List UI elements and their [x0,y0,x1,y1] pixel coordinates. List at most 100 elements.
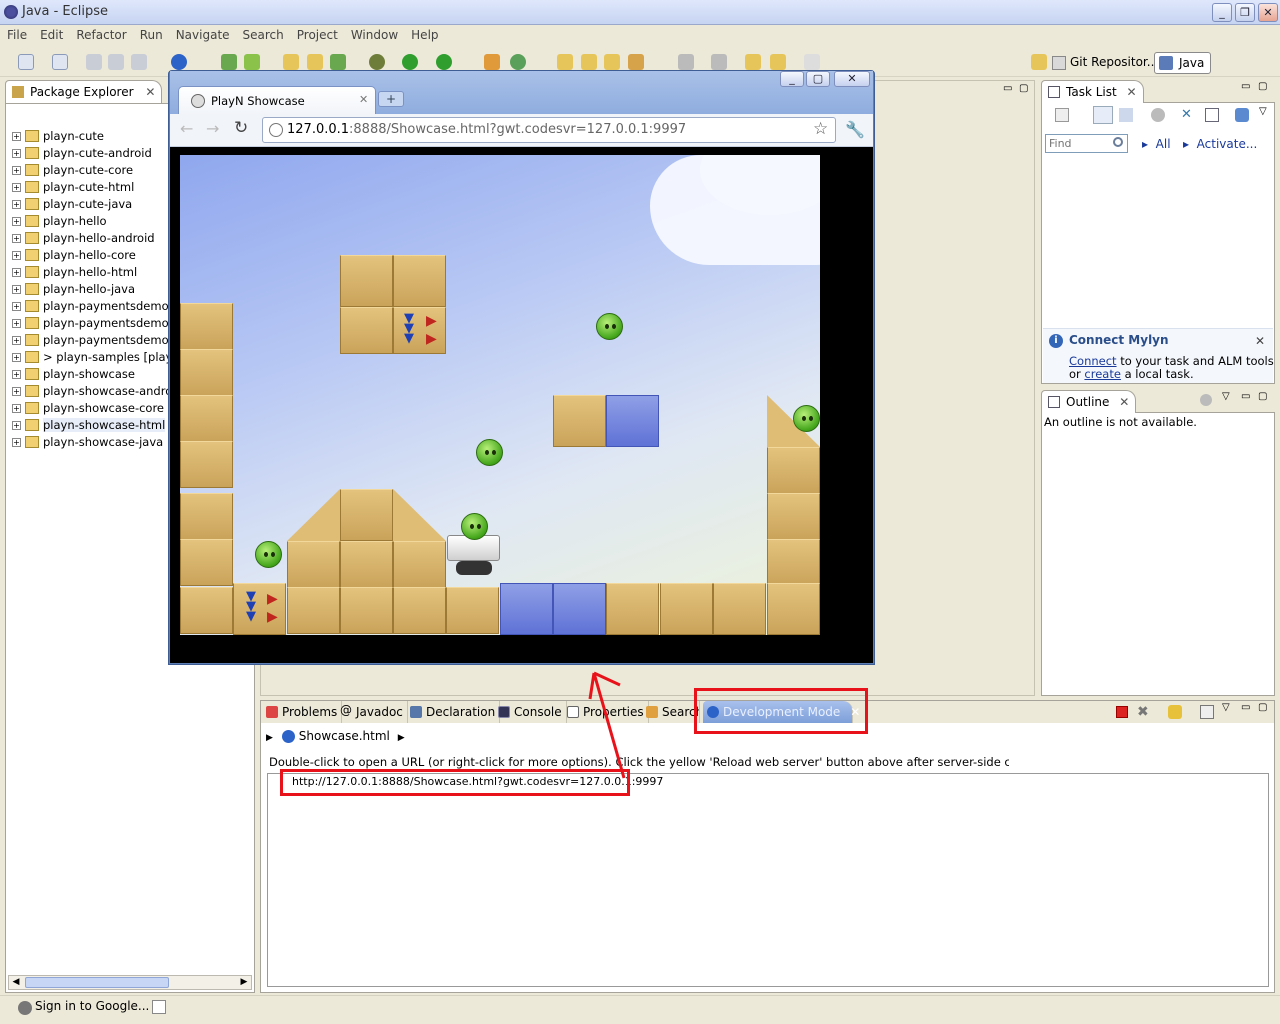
menu-project[interactable]: Project [290,25,344,42]
task-find-field[interactable] [1046,135,1110,152]
close-tab-icon[interactable]: ✕ [359,93,368,106]
expand-icon[interactable]: + [12,302,21,311]
task-activate-link[interactable]: ▸ Activate... [1183,137,1257,151]
hide-completed-icon[interactable]: ✕ [1181,108,1195,122]
outline-filter-icon[interactable] [1200,394,1212,406]
filter-icon[interactable] [1151,108,1165,122]
expand-icon[interactable]: + [12,319,21,328]
refresh-icon[interactable] [510,54,526,70]
new-icon[interactable] [18,54,34,70]
devmode-breadcrumb[interactable]: ▶ Showcase.html ▶ [266,729,405,745]
tree-item[interactable]: + > playn-samples [playn [12,350,180,367]
forward-icon[interactable]: → [206,119,219,138]
collapse-all-icon[interactable] [1205,108,1219,122]
reload-icon[interactable]: ↻ [234,118,248,138]
clear-icon[interactable]: ✖ [1137,704,1149,720]
terminate-icon[interactable] [1116,706,1128,718]
close-icon[interactable]: ✕ [1119,395,1129,409]
run-icon[interactable] [402,54,418,70]
open-type-icon[interactable] [283,54,299,70]
reload-server-icon[interactable] [1168,705,1182,719]
view-menu-icon[interactable]: ▽ [1222,391,1230,402]
address-bar[interactable]: 127.0.0.1:8888/Showcase.html?gwt.codesvr… [262,117,836,143]
expand-icon[interactable]: + [12,404,21,413]
expand-icon[interactable]: + [12,234,21,243]
pencil-icon[interactable] [628,54,644,70]
perspective-git[interactable]: Git Repositor... [1050,52,1162,74]
tab-task-list[interactable]: Task List ✕ [1041,80,1144,103]
forward-icon[interactable] [804,54,820,70]
save-icon[interactable] [86,54,102,70]
tab-problems[interactable]: Problems [262,701,343,723]
back-icon[interactable] [770,54,786,70]
tree-item[interactable]: + playn-paymentsdemo [12,299,169,316]
tab-package-explorer[interactable]: Package Explorer ✕ [5,80,163,103]
open-perspective-icon[interactable] [1031,54,1047,70]
menu-file[interactable]: File [0,25,33,42]
tree-item[interactable]: + playn-paymentsdemo-c [12,316,179,333]
tab-console[interactable]: Console [494,701,567,723]
expand-icon[interactable]: + [12,438,21,447]
close-icon[interactable]: ✕ [145,85,155,99]
open-folder2-icon[interactable] [581,54,597,70]
new-wizard-icon[interactable] [52,54,68,70]
tree-item-selected[interactable]: + playn-showcase-html [12,418,166,435]
minimize-icon[interactable]: ▭ [1241,702,1250,713]
deploy-icon[interactable] [221,54,237,70]
prev-annotation-icon[interactable] [711,54,727,70]
minimize-icon[interactable]: ▭ [1003,83,1012,94]
maximize-window-icon[interactable]: ❐ [1235,3,1255,22]
wrench-icon[interactable]: 🔧 [845,120,865,139]
tab-declaration[interactable]: Declaration [406,701,501,723]
minimize-icon[interactable]: ▭ [1241,81,1250,92]
next-annotation-icon[interactable] [678,54,694,70]
tree-item[interactable]: + playn-showcase [12,367,135,384]
new-tab-icon[interactable]: + [378,91,404,107]
maximize-icon[interactable]: ▢ [1258,702,1267,713]
browser-tab[interactable]: PlayN Showcase ✕ [178,86,376,115]
expand-icon[interactable]: + [12,200,21,209]
connect-link[interactable]: Connect [1069,354,1117,368]
minimize-icon[interactable]: ▭ [1241,391,1250,402]
back-icon[interactable]: ← [180,119,193,138]
tab-javadoc[interactable]: @ Javadoc [336,701,408,723]
menu-search[interactable]: Search [236,25,290,42]
tree-item[interactable]: + playn-cute-html [12,180,134,197]
tree-item[interactable]: + playn-cute-core [12,163,133,180]
new-java-project-icon[interactable] [484,54,500,70]
close-window-icon[interactable]: ✕ [1258,3,1278,22]
android-icon[interactable] [244,54,260,70]
debug-icon[interactable] [369,54,385,70]
signin-link[interactable]: Sign in to Google... [35,999,149,1013]
breadcrumb-next-icon[interactable]: ▶ [398,733,405,743]
new-class-icon[interactable] [330,54,346,70]
close-icon[interactable]: ✕ [1127,85,1137,99]
tree-item[interactable]: + playn-cute-java [12,197,132,214]
maximize-icon[interactable]: ▢ [1258,81,1267,92]
maximize-icon[interactable]: ▢ [1258,391,1267,402]
scroll-thumb[interactable] [25,977,169,988]
expand-icon[interactable]: + [12,336,21,345]
perspective-java[interactable]: Java [1154,52,1211,74]
expand-icon[interactable]: + [12,149,21,158]
open-folder-icon[interactable] [557,54,573,70]
view-menu-icon[interactable]: ▽ [1222,702,1230,713]
task-find-input[interactable] [1045,134,1128,153]
maximize-icon[interactable]: ▢ [1019,83,1028,94]
save-all-icon[interactable] [108,54,124,70]
expand-icon[interactable]: + [12,370,21,379]
bookmark-star-icon[interactable]: ☆ [813,119,828,139]
breadcrumb-arrow-icon[interactable]: ▶ [266,733,273,743]
browser-minimize-icon[interactable]: _ [780,71,804,87]
tree-item[interactable]: + playn-cute [12,129,104,146]
new-task-icon[interactable] [1055,108,1069,122]
page-info-icon[interactable] [269,123,283,137]
scheduled-icon[interactable] [1119,108,1133,122]
expand-icon[interactable]: + [12,132,21,141]
expand-icon[interactable]: + [12,251,21,260]
expand-icon[interactable]: + [12,421,21,430]
close-icon[interactable]: ✕ [1255,334,1265,348]
synchronize-icon[interactable] [1235,108,1249,122]
scroll-left-icon[interactable]: ◀ [9,976,23,989]
game-canvas[interactable]: ▼ ▼ ▼ ▶ ▶ ▼ ▼ ▼ ▶ ▶ [180,155,820,635]
